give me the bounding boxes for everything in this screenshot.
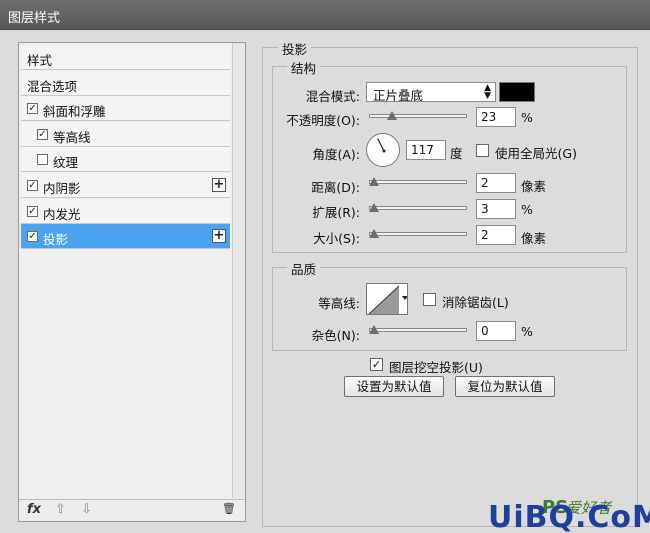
- noise-unit: %: [521, 324, 533, 339]
- style-enable-checkbox[interactable]: ✓: [27, 180, 38, 191]
- global-light-label: 使用全局光(G): [495, 146, 577, 161]
- move-up-icon[interactable]: ⇧: [55, 502, 66, 517]
- move-down-icon[interactable]: ⇩: [81, 502, 92, 517]
- styles-list-item[interactable]: ✓ 内阴影 +: [21, 173, 230, 198]
- style-enable-checkbox[interactable]: ✓: [37, 128, 48, 140]
- styles-list-item-label: 等高线: [53, 129, 91, 145]
- styles-list-item[interactable]: 纹理: [21, 147, 230, 173]
- watermark-brand: UiBQ.CoM: [488, 500, 650, 533]
- distance-input[interactable]: 2: [476, 173, 516, 193]
- noise-input[interactable]: 0: [476, 321, 516, 341]
- size-input[interactable]: 2: [476, 225, 516, 245]
- distance-unit: 像素: [521, 179, 547, 194]
- styles-list-item-label: 样式: [27, 53, 53, 68]
- opacity-unit: %: [521, 110, 533, 125]
- angle-dial-graphic: [377, 138, 386, 153]
- shadow-color-swatch[interactable]: [499, 82, 535, 102]
- styles-list-scrollbar[interactable]: [232, 43, 245, 498]
- style-enable-checkbox[interactable]: ✓: [27, 103, 38, 115]
- opacity-slider[interactable]: [369, 111, 467, 120]
- distance-label: 距离(D):: [311, 180, 360, 195]
- styles-list-item[interactable]: 混合选项: [21, 70, 230, 96]
- size-slider[interactable]: [369, 229, 467, 238]
- distance-slider[interactable]: [369, 177, 467, 186]
- set-default-button[interactable]: 设置为默认值: [344, 376, 444, 397]
- style-enable-checkbox[interactable]: ✓: [27, 231, 38, 243]
- styles-list-item[interactable]: ✓ 等高线: [21, 121, 230, 147]
- contour-picker[interactable]: [366, 283, 408, 315]
- quality-title: 品质: [287, 259, 321, 278]
- anti-alias-checkbox[interactable]: [423, 293, 436, 306]
- global-light-checkbox[interactable]: [476, 144, 489, 157]
- angle-unit: 度: [450, 146, 463, 161]
- layer-style-dialog: 样式混合选项 ✓ 斜面和浮雕 ✓ 等高线纹理 ✓ 内阴影 + ✓ 内发光 ✓ 投影 + fx ⇧ ⇩ 🗑…: [0, 30, 650, 533]
- contour-preview: [368, 285, 407, 314]
- angle-input[interactable]: 117: [406, 140, 446, 160]
- opacity-slider-thumb[interactable]: [387, 111, 398, 120]
- reset-default-button[interactable]: 复位为默认值: [455, 376, 555, 397]
- knockout-label: 图层挖空投影(U): [389, 360, 483, 375]
- blend-mode-label: 混合模式:: [305, 89, 360, 104]
- styles-list-item-label: 纹理: [53, 155, 79, 171]
- spread-label: 扩展(R):: [312, 205, 360, 220]
- select-arrows-icon: ▲ ▼: [484, 83, 491, 101]
- styles-list-item-label: 内阴影: [43, 181, 81, 196]
- drop-shadow-title: 投影: [278, 39, 312, 58]
- angle-label: 角度(A):: [312, 147, 360, 162]
- styles-list-item-label: 内发光: [43, 206, 81, 222]
- blend-mode-select[interactable]: 正片叠底 ▲ ▼: [366, 82, 496, 103]
- noise-slider-thumb[interactable]: [369, 325, 379, 334]
- styles-list-item[interactable]: ✓ 斜面和浮雕: [21, 96, 230, 122]
- size-slider-thumb[interactable]: [369, 229, 379, 238]
- style-enable-checkbox[interactable]: ✓: [27, 205, 38, 217]
- spread-input[interactable]: 3: [476, 199, 516, 219]
- noise-slider[interactable]: [369, 325, 467, 334]
- blend-mode-value: 正片叠底: [373, 88, 424, 103]
- add-instance-plus-icon[interactable]: +: [212, 229, 226, 244]
- size-unit: 像素: [521, 231, 547, 246]
- anti-alias-label: 消除锯齿(L): [442, 295, 509, 310]
- spread-slider-thumb[interactable]: [369, 203, 379, 212]
- styles-list-item[interactable]: 样式: [21, 45, 230, 70]
- spread-slider[interactable]: [369, 203, 467, 212]
- angle-dial[interactable]: [366, 133, 400, 167]
- styles-list-item-label: 投影: [43, 232, 69, 248]
- spread-unit: %: [521, 202, 533, 217]
- trash-icon[interactable]: 🗑: [222, 502, 236, 515]
- style-enable-checkbox[interactable]: [37, 154, 48, 166]
- knockout-checkbox[interactable]: ✓: [370, 358, 383, 371]
- opacity-label: 不透明度(O):: [286, 113, 360, 128]
- add-instance-plus-icon[interactable]: +: [212, 178, 226, 192]
- distance-slider-thumb[interactable]: [369, 177, 379, 186]
- opacity-input[interactable]: 23: [476, 107, 516, 127]
- styles-list-item[interactable]: ✓ 内发光: [21, 198, 230, 224]
- window-title: 图层样式: [8, 11, 61, 26]
- title-bar: 图层样式: [0, 0, 650, 30]
- styles-list-footer: fx ⇧ ⇩ 🗑: [19, 499, 245, 521]
- styles-list-panel: 样式混合选项 ✓ 斜面和浮雕 ✓ 等高线纹理 ✓ 内阴影 + ✓ 内发光 ✓ 投影 + fx ⇧ ⇩ 🗑: [18, 42, 246, 522]
- fx-button[interactable]: fx: [27, 502, 41, 517]
- noise-label: 杂色(N):: [311, 328, 360, 343]
- contour-label: 等高线:: [318, 296, 360, 311]
- structure-title: 结构: [287, 58, 321, 77]
- styles-list-item-label: 混合选项: [27, 78, 78, 94]
- styles-list-item-label: 斜面和浮雕: [43, 104, 106, 120]
- styles-list-item[interactable]: ✓ 投影 +: [21, 224, 230, 250]
- size-label: 大小(S):: [313, 231, 360, 246]
